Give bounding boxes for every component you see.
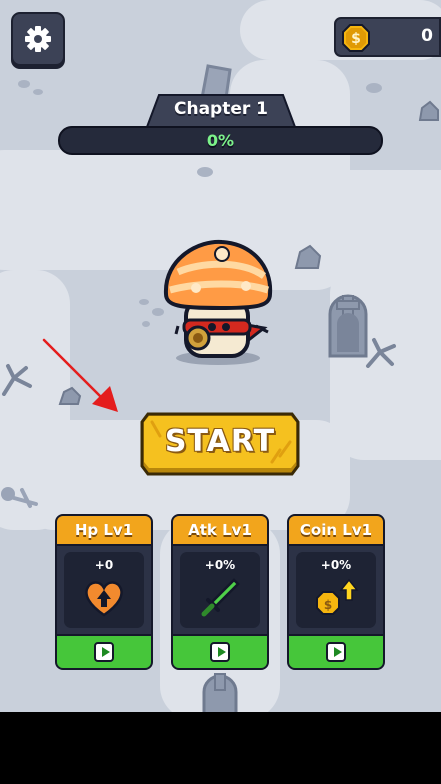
upgrade-card-coin[interactable]: Coin Lv1 +0% $: [287, 514, 385, 670]
watch-ad-button[interactable]: [289, 634, 383, 668]
mushroom-hero: [163, 239, 273, 365]
coin-icon: $: [342, 24, 370, 52]
coin-arrow-icon: $: [316, 578, 359, 615]
svg-text:$: $: [324, 598, 332, 612]
coin-count: 0: [421, 26, 433, 46]
play-icon: [326, 642, 346, 662]
pointer-arrow-icon: [42, 338, 118, 412]
tombstone-icon: [202, 673, 238, 712]
coin-counter: $ 0: [334, 17, 441, 57]
bottom-black-bar: [0, 712, 441, 784]
card-value: +0%: [320, 558, 352, 572]
play-icon: [210, 642, 230, 662]
pebbles-icon: [197, 167, 213, 177]
dead-tree-icon: [366, 338, 396, 368]
card-value: +0%: [204, 558, 236, 572]
chapter-progress-bar: 0%: [58, 126, 383, 155]
card-title: Hp Lv1: [57, 516, 151, 546]
bones-icon: [1, 487, 38, 508]
rock-icon: [418, 100, 439, 121]
progress-text: 0%: [206, 131, 235, 150]
rock-icon: [294, 244, 322, 269]
card-title: Atk Lv1: [173, 516, 267, 546]
upgrade-card-atk[interactable]: Atk Lv1 +0%: [171, 514, 269, 670]
watch-ad-button[interactable]: [57, 634, 151, 668]
card-title: Coin Lv1: [289, 516, 383, 546]
heart-arrow-icon: [85, 581, 123, 617]
start-label[interactable]: START: [140, 424, 300, 459]
dead-tree-icon: [2, 364, 32, 396]
svg-text:$: $: [351, 31, 361, 47]
gear-icon: [25, 26, 51, 52]
pebbles-icon: [366, 83, 382, 93]
card-value: +0: [94, 558, 114, 572]
card-body: +0: [64, 552, 144, 628]
play-icon: [94, 642, 114, 662]
settings-button[interactable]: [11, 12, 65, 66]
card-body: +0%: [180, 552, 260, 628]
chapter-title: Chapter 1: [173, 99, 268, 119]
sword-icon: [201, 578, 240, 617]
upgrade-card-hp[interactable]: Hp Lv1 +0: [55, 514, 153, 670]
pebbles-icon: [18, 80, 43, 95]
card-body: +0% $: [296, 552, 376, 628]
watch-ad-button[interactable]: [173, 634, 267, 668]
